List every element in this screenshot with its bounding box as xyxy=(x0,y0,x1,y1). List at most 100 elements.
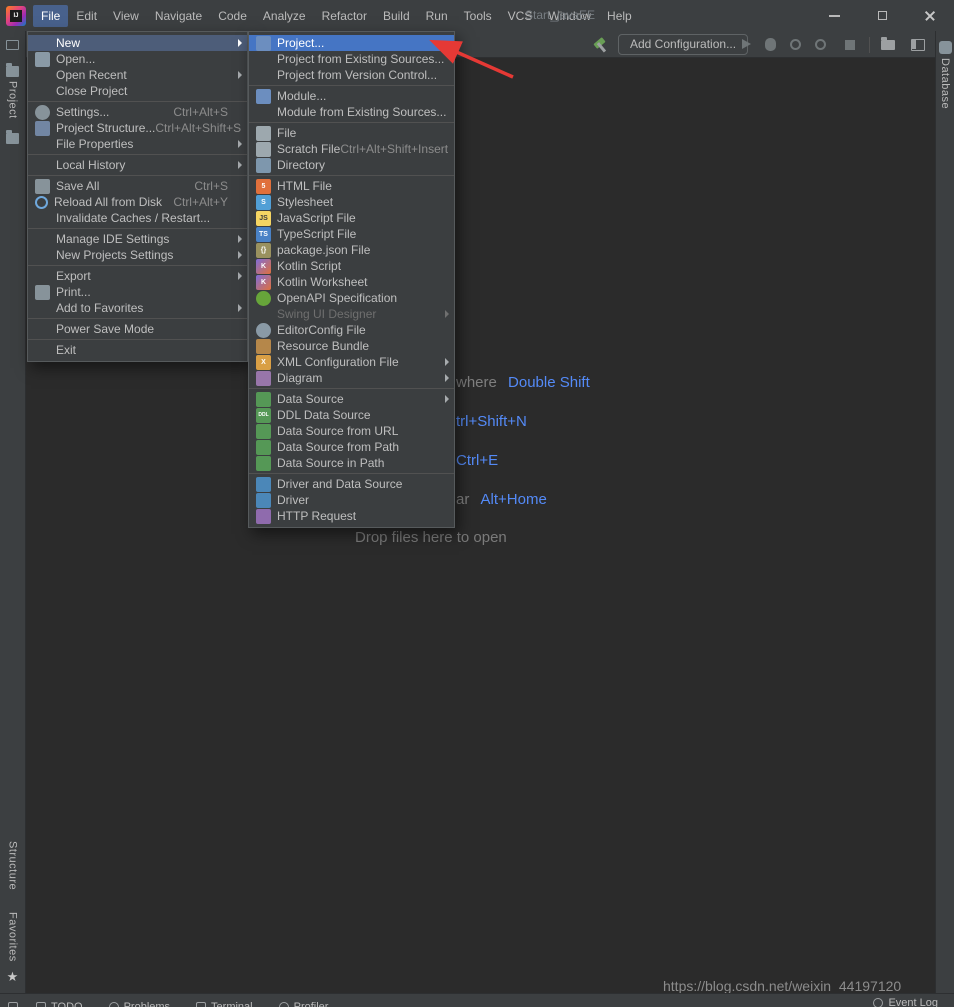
new-submenu-item-data-source-in-path[interactable]: Data Source in Path xyxy=(249,455,454,471)
menu-separator xyxy=(28,339,247,340)
drop-files-hint: Drop files here to open xyxy=(355,529,507,546)
favorites-tab[interactable]: Favorites xyxy=(7,912,19,962)
run-icon[interactable] xyxy=(742,39,751,49)
file-menu-item-manage-ide-settings[interactable]: Manage IDE Settings xyxy=(28,231,247,247)
project-tab-label: Project xyxy=(7,81,19,119)
reload-icon xyxy=(35,196,48,209)
new-submenu-item-ddl-data-source[interactable]: DDL Data Source xyxy=(249,407,454,423)
new-submenu-item-stylesheet[interactable]: Stylesheet xyxy=(249,194,454,210)
minimize-button[interactable] xyxy=(810,0,858,31)
project-tab[interactable]: Project xyxy=(6,66,19,119)
debug-icon[interactable] xyxy=(765,38,776,51)
menubar-item-file[interactable]: File xyxy=(33,5,68,27)
file-menu-item-power-save-mode[interactable]: Power Save Mode xyxy=(28,321,247,337)
new-submenu-item-data-source-from-path[interactable]: Data Source from Path xyxy=(249,439,454,455)
submenu-arrow-icon xyxy=(445,358,449,366)
profiler-icon[interactable] xyxy=(815,39,826,50)
coverage-icon[interactable] xyxy=(790,39,801,50)
project-folder-icon xyxy=(6,66,19,77)
database-tab[interactable]: Database xyxy=(939,41,952,109)
new-submenu-item-html-file[interactable]: HTML File xyxy=(249,178,454,194)
db-url-icon xyxy=(256,424,271,439)
menubar-item-edit[interactable]: Edit xyxy=(68,5,105,27)
file-menu-item-open-recent[interactable]: Open Recent xyxy=(28,67,247,83)
star-icon[interactable]: ★ xyxy=(7,970,19,983)
file-menu-item-invalidate-caches-restart[interactable]: Invalidate Caches / Restart... xyxy=(28,210,247,226)
build-icon[interactable] xyxy=(592,36,609,53)
new-submenu-item-driver-and-data-source[interactable]: Driver and Data Source xyxy=(249,476,454,492)
stop-icon[interactable] xyxy=(845,40,855,50)
new-submenu-item-diagram[interactable]: Diagram xyxy=(249,370,454,386)
file-menu-item-project-structure[interactable]: Project Structure... Ctrl+Alt+Shift+S xyxy=(28,120,247,136)
file-menu-item-print[interactable]: Print... xyxy=(28,284,247,300)
new-submenu-item-module[interactable]: Module... xyxy=(249,88,454,104)
new-submenu-item-package-json-file[interactable]: package.json File xyxy=(249,242,454,258)
new-submenu-item-kotlin-script[interactable]: Kotlin Script xyxy=(249,258,454,274)
file-menu-item-exit[interactable]: Exit xyxy=(28,342,247,358)
menubar-item-help[interactable]: Help xyxy=(599,5,640,27)
menubar-item-run[interactable]: Run xyxy=(418,5,456,27)
toolwindow-icon[interactable] xyxy=(6,40,19,50)
submenu-arrow-icon xyxy=(238,140,242,148)
file-menu-item-close-project[interactable]: Close Project xyxy=(28,83,247,99)
new-submenu-item-javascript-file[interactable]: JavaScript File xyxy=(249,210,454,226)
event-log-button[interactable]: Event Log xyxy=(873,997,938,1007)
maximize-button[interactable] xyxy=(858,0,906,31)
directory-icon xyxy=(256,158,271,173)
statusbar-item-profiler[interactable]: Profiler xyxy=(279,1001,329,1007)
statusbar-items: TODO Problems Terminal Profiler xyxy=(36,1001,328,1007)
menubar-item-build[interactable]: Build xyxy=(375,5,418,27)
statusbar-item-problems[interactable]: Problems xyxy=(109,1001,170,1007)
project-structure-icon xyxy=(35,121,50,136)
menubar-item-analyze[interactable]: Analyze xyxy=(255,5,314,27)
new-submenu-item-module-from-existing-sources[interactable]: Module from Existing Sources... xyxy=(249,104,454,120)
file-menu-item-open[interactable]: Open... xyxy=(28,51,247,67)
new-submenu-item-driver[interactable]: Driver xyxy=(249,492,454,508)
menubar-item-navigate[interactable]: Navigate xyxy=(147,5,210,27)
layout-icon[interactable] xyxy=(911,39,925,51)
commit-icon[interactable] xyxy=(6,133,19,144)
add-configuration-button[interactable]: Add Configuration... xyxy=(618,34,748,55)
toolwindow-switcher-icon[interactable] xyxy=(8,1002,18,1007)
ddl-icon xyxy=(256,408,271,423)
file-menu-item-save-all[interactable]: Save All Ctrl+S xyxy=(28,178,247,194)
new-submenu-item-xml-configuration-file[interactable]: XML Configuration File xyxy=(249,354,454,370)
new-submenu-item-scratch-file[interactable]: Scratch File Ctrl+Alt+Shift+Insert xyxy=(249,141,454,157)
new-submenu-item-file[interactable]: File xyxy=(249,125,454,141)
new-submenu-item-http-request[interactable]: HTTP Request xyxy=(249,508,454,524)
new-submenu-item-resource-bundle[interactable]: Resource Bundle xyxy=(249,338,454,354)
open-project-icon[interactable] xyxy=(881,40,895,50)
close-button[interactable] xyxy=(906,0,954,31)
hint-navigation-bar: ar Alt+Home xyxy=(456,491,547,508)
statusbar-item-terminal[interactable]: Terminal xyxy=(196,1001,253,1007)
file-menu-item-add-to-favorites[interactable]: Add to Favorites xyxy=(28,300,247,316)
new-submenu-item-editorconfig-file[interactable]: EditorConfig File xyxy=(249,322,454,338)
file-menu-item-export[interactable]: Export xyxy=(28,268,247,284)
menubar-item-view[interactable]: View xyxy=(105,5,147,27)
file-menu-item-new[interactable]: New xyxy=(28,35,247,51)
statusbar-item-todo[interactable]: TODO xyxy=(36,1001,83,1007)
new-submenu-item-swing-ui-designer[interactable]: Swing UI Designer xyxy=(249,306,454,322)
new-submenu-item-kotlin-worksheet[interactable]: Kotlin Worksheet xyxy=(249,274,454,290)
menubar-item-tools[interactable]: Tools xyxy=(456,5,500,27)
menubar-item-code[interactable]: Code xyxy=(210,5,255,27)
file-menu-item-local-history[interactable]: Local History xyxy=(28,157,247,173)
new-submenu-item-project-from-existing-sources[interactable]: Project from Existing Sources... xyxy=(249,51,454,67)
new-submenu-item-project[interactable]: Project... xyxy=(249,35,454,51)
structure-tab[interactable]: Structure xyxy=(7,841,19,890)
file-menu-item-new-projects-settings[interactable]: New Projects Settings xyxy=(28,247,247,263)
new-submenu-item-project-from-version-control[interactable]: Project from Version Control... xyxy=(249,67,454,83)
new-submenu-item-data-source[interactable]: Data Source xyxy=(249,391,454,407)
file-menu-item-settings[interactable]: Settings... Ctrl+Alt+S xyxy=(28,104,247,120)
file-menu-item-reload-all-from-disk[interactable]: Reload All from Disk Ctrl+Alt+Y xyxy=(28,194,247,210)
file-menu-item-file-properties[interactable]: File Properties xyxy=(28,136,247,152)
new-submenu-item-typescript-file[interactable]: TypeScript File xyxy=(249,226,454,242)
kotlin-icon xyxy=(256,275,271,290)
new-submenu-item-data-source-from-url[interactable]: Data Source from URL xyxy=(249,423,454,439)
new-submenu-item-openapi-specification[interactable]: OpenAPI Specification xyxy=(249,290,454,306)
submenu-arrow-icon xyxy=(238,39,242,47)
hint-recent-files: Ctrl+E xyxy=(456,452,498,469)
menu-separator xyxy=(249,85,454,86)
menubar-item-refactor[interactable]: Refactor xyxy=(314,5,375,27)
new-submenu-item-directory[interactable]: Directory xyxy=(249,157,454,173)
